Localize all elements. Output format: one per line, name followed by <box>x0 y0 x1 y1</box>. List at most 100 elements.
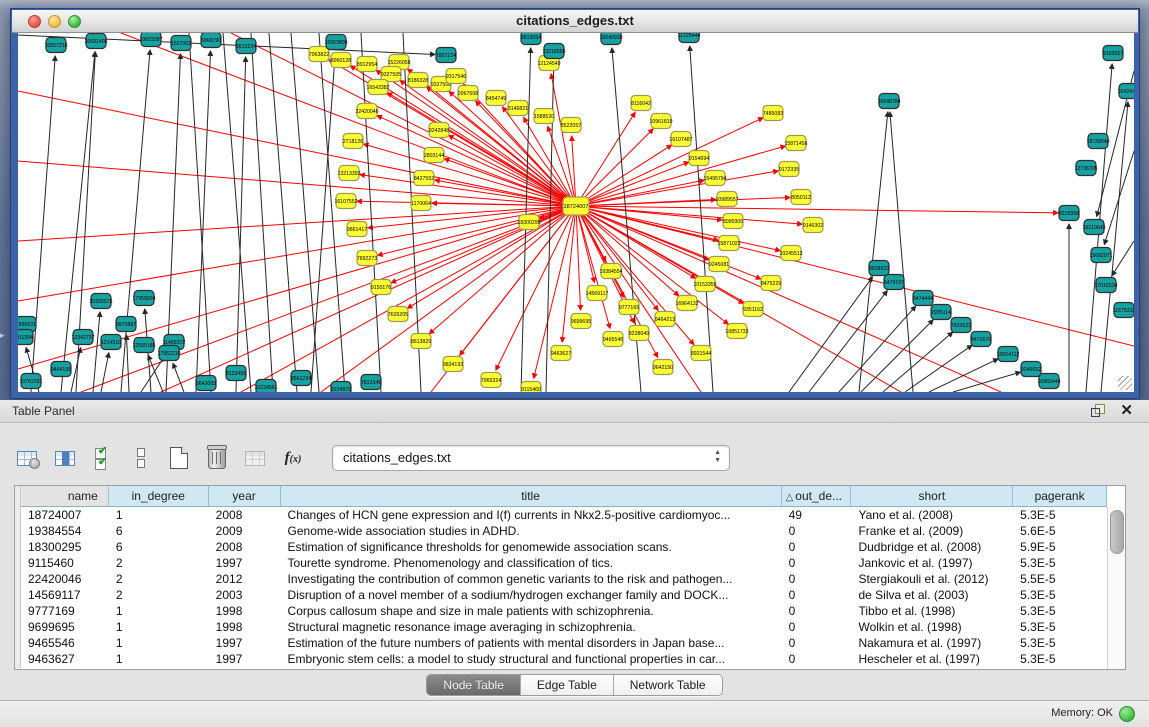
table-cell[interactable]: 5.3E-5 <box>1013 635 1107 651</box>
table-cell[interactable]: 5.3E-5 <box>1013 619 1107 635</box>
table-cell[interactable]: Wolkin et al. (1998) <box>851 619 1013 635</box>
table-cell[interactable]: 1997 <box>209 555 281 571</box>
table-mode-icon[interactable] <box>14 445 40 471</box>
column-header-indegree[interactable]: in_degree <box>109 486 209 507</box>
tab-network-table[interactable]: Network Table <box>614 675 722 695</box>
table-cell[interactable]: Embryonic stem cells: a model to study s… <box>281 651 782 667</box>
table-cell[interactable]: Corpus callosum shape and size in male p… <box>281 603 782 619</box>
canvas-resize-grip-icon[interactable] <box>1118 376 1132 390</box>
table-cell[interactable]: 18724007 <box>21 507 109 523</box>
select-all-icon[interactable]: ✔ ✔ <box>90 445 116 471</box>
table-row[interactable]: 1938455462009Genome-wide association stu… <box>21 523 1107 539</box>
network-graph[interactable]: 1872400779638228960128891295415226058932… <box>18 33 1134 392</box>
table-cell[interactable]: 2 <box>109 555 209 571</box>
table-cell[interactable]: Estimation of the future numbers of pati… <box>281 635 782 651</box>
table-row[interactable]: 911546021997Tourette syndrome. Phenomeno… <box>21 555 1107 571</box>
table-cell[interactable]: Yano et al. (2008) <box>851 507 1013 523</box>
table-cell[interactable]: Franke et al. (2009) <box>851 523 1013 539</box>
table-cell[interactable]: 0 <box>782 587 852 603</box>
tab-edge-table[interactable]: Edge Table <box>521 675 614 695</box>
table-cell[interactable]: 9465546 <box>21 635 109 651</box>
table-cell[interactable]: 0 <box>782 619 852 635</box>
table-row[interactable]: 977716911998Corpus callosum shape and si… <box>21 603 1107 619</box>
table-row[interactable]: 1830029562008Estimation of significance … <box>21 539 1107 555</box>
new-document-icon[interactable] <box>166 445 192 471</box>
table-cell[interactable]: de Silva et al. (2003) <box>851 587 1013 603</box>
network-table-dropdown[interactable]: citations_edges.txt ▲▼ <box>332 445 730 471</box>
table-cell[interactable]: 2008 <box>209 539 281 555</box>
scrollbar-thumb[interactable] <box>1110 510 1124 554</box>
table-cell[interactable]: 2 <box>109 587 209 603</box>
column-header-short[interactable]: short <box>851 486 1013 507</box>
table-cell[interactable]: 0 <box>782 651 852 667</box>
column-header-title[interactable]: title <box>281 486 782 507</box>
column-header-year[interactable]: year <box>209 486 281 507</box>
table-row[interactable]: 2242004622012Investigating the contribut… <box>21 571 1107 587</box>
table-cell[interactable]: 9699695 <box>21 619 109 635</box>
table-cell[interactable]: 9777169 <box>21 603 109 619</box>
table-cell[interactable]: 5.3E-5 <box>1013 507 1107 523</box>
row-height-icon[interactable] <box>128 445 154 471</box>
table-row[interactable]: 946554611997Estimation of the future num… <box>21 635 1107 651</box>
table-cell[interactable]: 0 <box>782 603 852 619</box>
table-cell[interactable]: 1 <box>109 603 209 619</box>
network-window-titlebar[interactable]: citations_edges.txt <box>12 10 1138 33</box>
table-cell[interactable]: 0 <box>782 539 852 555</box>
table-cell[interactable]: 14569117 <box>21 587 109 603</box>
table-cell[interactable]: 1997 <box>209 635 281 651</box>
table-cell[interactable]: Estimation of significance thresholds fo… <box>281 539 782 555</box>
table-row[interactable]: 969969511998Structural magnetic resonanc… <box>21 619 1107 635</box>
table-cell[interactable]: 9463627 <box>21 651 109 667</box>
table-cell[interactable]: 2009 <box>209 523 281 539</box>
table-cell[interactable]: 1 <box>109 635 209 651</box>
table-row[interactable]: 946362711997Embryonic stem cells: a mode… <box>21 651 1107 667</box>
column-header-outde[interactable]: △out_de... <box>782 486 852 507</box>
table-cell[interactable]: 5.3E-5 <box>1013 603 1107 619</box>
table-cell[interactable]: 1 <box>109 651 209 667</box>
table-cell[interactable]: 6 <box>109 539 209 555</box>
table-cell[interactable]: Changes of HCN gene expression and I(f) … <box>281 507 782 523</box>
column-header-pagerank[interactable]: pagerank <box>1013 486 1107 507</box>
table-cell[interactable]: Genome-wide association studies in ADHD. <box>281 523 782 539</box>
table-cell[interactable]: 2012 <box>209 571 281 587</box>
table-cell[interactable]: 9115460 <box>21 555 109 571</box>
table-cell[interactable]: 5.9E-5 <box>1013 539 1107 555</box>
table-cell[interactable]: Disruption of a novel member of a sodium… <box>281 587 782 603</box>
tab-node-table[interactable]: Node Table <box>427 675 521 695</box>
table-cell[interactable]: 6 <box>109 523 209 539</box>
table-cell[interactable]: 5.6E-5 <box>1013 523 1107 539</box>
table-cell[interactable]: Tourette syndrome. Phenomenology and cla… <box>281 555 782 571</box>
network-canvas[interactable]: 1872400779638228960128891295415226058932… <box>18 33 1134 392</box>
table-cell[interactable]: Tibbo et al. (1998) <box>851 603 1013 619</box>
table-cell[interactable]: 2003 <box>209 587 281 603</box>
function-builder-icon[interactable]: f(x) <box>280 445 306 471</box>
table-cell[interactable]: 5.3E-5 <box>1013 651 1107 667</box>
table-cell[interactable]: 1998 <box>209 603 281 619</box>
vertical-scrollbar[interactable] <box>1107 507 1125 669</box>
table-cell[interactable]: Hescheler et al. (1997) <box>851 651 1013 667</box>
table-cell[interactable]: 1 <box>109 619 209 635</box>
table-cell[interactable]: Investigating the contribution of common… <box>281 571 782 587</box>
table-cell[interactable]: 2008 <box>209 507 281 523</box>
table-cell[interactable]: 5.3E-5 <box>1013 555 1107 571</box>
table-cell[interactable]: Dudbridge et al. (2008) <box>851 539 1013 555</box>
table-row[interactable]: 1872400712008Changes of HCN gene express… <box>21 507 1107 523</box>
column-header-name[interactable]: name <box>21 486 109 507</box>
delete-icon[interactable] <box>204 445 230 471</box>
table-cell[interactable]: Nakamura et al. (1997) <box>851 635 1013 651</box>
memory-ok-icon[interactable] <box>1119 706 1135 722</box>
table-cell[interactable]: Structural magnetic resonance image aver… <box>281 619 782 635</box>
table-cell[interactable]: 49 <box>782 507 852 523</box>
table-cell[interactable]: 0 <box>782 555 852 571</box>
table-cell[interactable]: 1 <box>109 507 209 523</box>
table-cell[interactable]: Stergiakouli et al. (2012) <box>851 571 1013 587</box>
table-row[interactable]: 1456911722003Disruption of a novel membe… <box>21 587 1107 603</box>
table-cell[interactable]: 5.3E-5 <box>1013 587 1107 603</box>
close-icon[interactable]: ✕ <box>1120 402 1133 419</box>
table-cell[interactable]: 19384554 <box>21 523 109 539</box>
table-cell[interactable]: 0 <box>782 523 852 539</box>
table-cell[interactable]: 0 <box>782 571 852 587</box>
table-cell[interactable]: 2 <box>109 571 209 587</box>
table-cell[interactable]: 1997 <box>209 651 281 667</box>
column-selector-icon[interactable] <box>52 445 78 471</box>
